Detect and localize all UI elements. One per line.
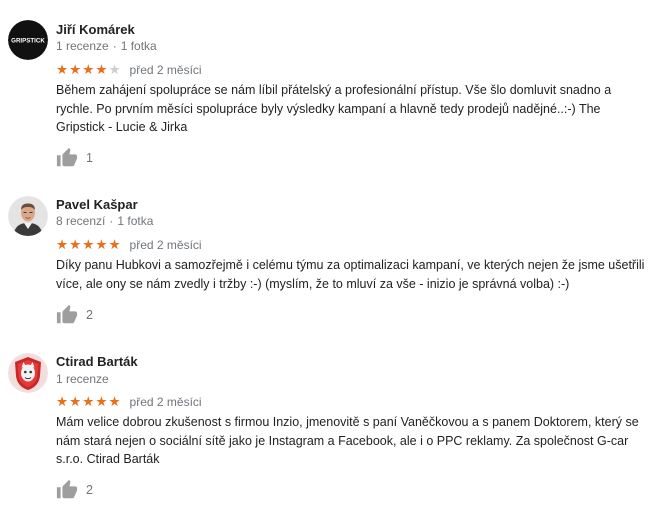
author-meta: 1 recenze	[56, 372, 109, 387]
rating-row: ★ ★ ★ ★ ★ před 2 měsíci	[56, 62, 202, 78]
star-icon: ★	[69, 237, 82, 252]
star-icon: ★	[82, 394, 95, 409]
author-name[interactable]: Pavel Kašpar	[56, 197, 138, 213]
star-rating: ★ ★ ★ ★ ★	[56, 395, 121, 409]
author-meta: 8 recenzí · 1 fotka	[56, 214, 153, 229]
review-item: Ctirad Barták 1 recenze ★ ★ ★ ★ ★ před 2 měs…	[0, 345, 664, 508]
reviews-count: 1 recenze	[56, 372, 109, 386]
avatar-logo-text: GRIPSTICK	[11, 38, 45, 45]
meta-separator: ·	[109, 214, 114, 228]
like-row: 2	[56, 479, 93, 501]
star-icon: ★	[69, 394, 82, 409]
star-icon: ★	[56, 394, 69, 409]
author-meta: 1 recenze · 1 fotka	[56, 39, 157, 54]
avatar[interactable]	[8, 353, 48, 393]
like-row: 2	[56, 304, 93, 326]
star-icon: ★	[108, 62, 121, 77]
star-icon: ★	[95, 237, 108, 252]
star-rating: ★ ★ ★ ★ ★	[56, 238, 121, 252]
review-item: GRIPSTICK Jiří Komárek 1 recenze · 1 fotka…	[0, 0, 664, 175]
star-icon: ★	[108, 237, 121, 252]
review-time: před 2 měsíci	[129, 395, 202, 409]
review-text: Během zahájení spolupráce se nám líbil p…	[56, 83, 612, 134]
thumb-up-icon[interactable]	[56, 304, 78, 326]
review-time: před 2 měsíci	[129, 238, 202, 252]
like-count: 1	[86, 151, 93, 165]
review-item: Pavel Kašpar 8 recenzí · 1 fotka ★ ★ ★ ★ ★ pře…	[0, 175, 664, 345]
reviews-count: 1 recenze	[56, 39, 109, 53]
meta-separator: ·	[112, 39, 117, 53]
thumb-up-icon[interactable]	[56, 479, 78, 501]
thumb-up-icon[interactable]	[56, 147, 78, 169]
avatar[interactable]	[8, 196, 48, 236]
star-icon: ★	[82, 62, 95, 77]
star-rating: ★ ★ ★ ★ ★	[56, 63, 121, 77]
star-icon: ★	[56, 237, 69, 252]
review-time: před 2 měsíci	[129, 63, 202, 77]
like-row: 1	[56, 147, 93, 169]
star-icon: ★	[56, 62, 69, 77]
review-text: Díky panu Hubkovi a samozřejmě i celému …	[56, 258, 645, 291]
avatar[interactable]: GRIPSTICK	[8, 20, 48, 60]
photos-count: 1 fotka	[120, 39, 157, 53]
review-text: Mám velice dobrou zkušenost s firmou Inz…	[56, 415, 639, 466]
author-name[interactable]: Ctirad Barták	[56, 354, 138, 370]
reviews-count: 8 recenzí	[56, 214, 106, 228]
star-icon: ★	[108, 394, 121, 409]
photos-count: 1 fotka	[117, 214, 154, 228]
star-icon: ★	[95, 394, 108, 409]
rating-row: ★ ★ ★ ★ ★ před 2 měsíci	[56, 237, 202, 253]
star-icon: ★	[95, 62, 108, 77]
author-name[interactable]: Jiří Komárek	[56, 22, 135, 38]
like-count: 2	[86, 308, 93, 322]
rating-row: ★ ★ ★ ★ ★ před 2 měsíci	[56, 394, 202, 410]
star-icon: ★	[82, 237, 95, 252]
like-count: 2	[86, 483, 93, 497]
star-icon: ★	[69, 62, 82, 77]
